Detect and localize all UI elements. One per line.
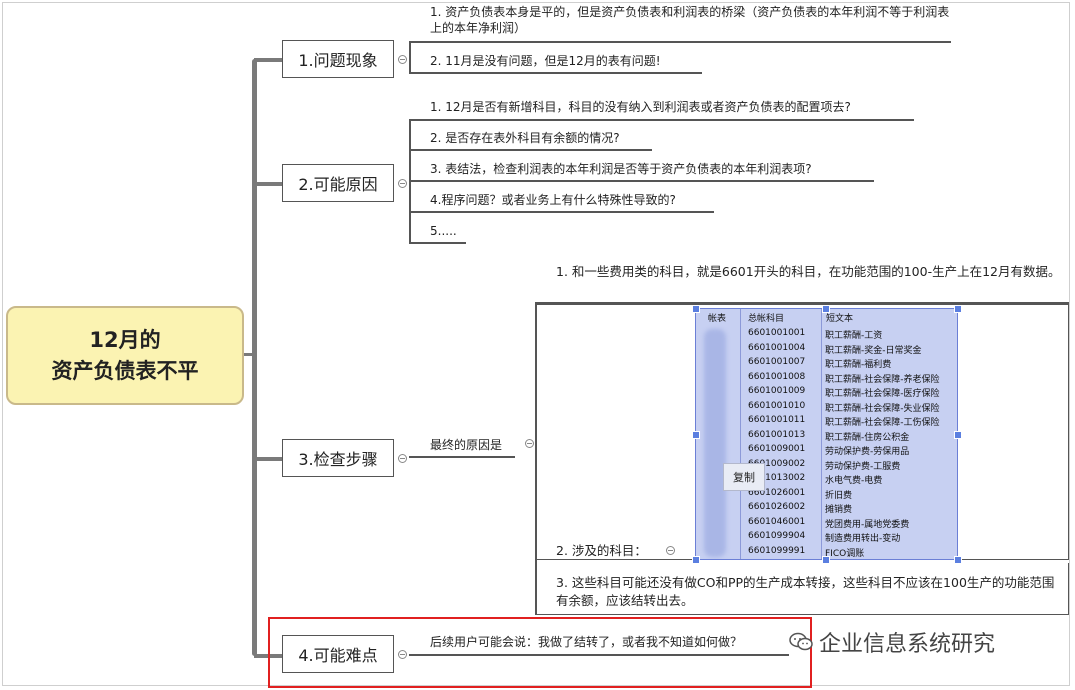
table-cell-account: 6601001013 xyxy=(748,429,806,440)
table-cell-text: 折旧费 xyxy=(825,490,853,501)
account-table-image[interactable]: 帐表 总帐科目 短文本 6601001001 职工薪酬-工资 6601001004 职… xyxy=(695,308,958,560)
root-topic[interactable]: 12月的 资产负债表不平 xyxy=(6,306,244,405)
table-row: 6601046001 党团费用-属地党委费 xyxy=(696,516,957,530)
table-row: 6601001007 职工薪酬-福利费 xyxy=(696,356,957,370)
root-title-line2: 资产负债表不平 xyxy=(51,358,199,383)
table-cell-text: 党团费用-属地党委费 xyxy=(825,519,910,530)
cause-item-5-underline xyxy=(409,242,466,244)
table-cell-account: 6601001011 xyxy=(748,415,806,425)
table-row: 6601026002 摊销费 xyxy=(696,501,957,515)
mind-map-canvas: 12月的 资产负债表不平 1.问题现象 2.可能原因 3.检查步骤 4.可能难点… xyxy=(0,0,1075,690)
cause-item-2[interactable]: 2. 是否存在表外科目有余额的情况? xyxy=(430,130,620,146)
topic-problem[interactable]: 1.问题现象 xyxy=(282,40,394,78)
branch-2-connector xyxy=(254,182,282,186)
table-row: 6601001001 职工薪酬-工资 xyxy=(696,327,957,341)
topic-check-label: 3.检查步骤 xyxy=(298,450,378,469)
table-row: 6601001010 职工薪酬-社会保障-失业保险 xyxy=(696,400,957,414)
table-cell-text: 制造费用转出-变动 xyxy=(825,534,901,544)
topic-causes-label: 2.可能原因 xyxy=(298,175,378,194)
collapse-toggle-causes[interactable] xyxy=(398,179,407,188)
wechat-icon xyxy=(789,632,813,651)
watermark: 企业信息系统研究 xyxy=(789,626,995,658)
table-cell-account: 6601046001 xyxy=(748,516,806,527)
table-cell-account: 6601026002 xyxy=(748,502,806,512)
table-cell-text: 劳动保护费-劳保用品 xyxy=(825,447,910,457)
cause-item-3[interactable]: 3. 表结法，检查利润表的本年利润是否等于资产负债表的本年利润表项? xyxy=(430,161,812,177)
problem-item-1[interactable]: 1. 资产负债表本身是平的，但是资产负债表和利润表的桥梁（资产负债表的本年利润不… xyxy=(430,4,950,36)
check-item-2[interactable]: 2. 涉及的科目： xyxy=(556,543,647,559)
table-cell-text: 职工薪酬-社会保障-养老保险 xyxy=(825,374,940,385)
table-header-account: 总帐科目 xyxy=(748,314,785,324)
table-row: 6601009001 劳动保护费-劳保用品 xyxy=(696,443,957,457)
root-title: 12月的 资产负债表不平 xyxy=(52,325,199,387)
root-title-line1: 12月的 xyxy=(89,327,161,352)
table-cell-text: FICO调账 xyxy=(825,548,865,559)
collapse-toggle-final-reason[interactable] xyxy=(525,439,534,448)
cause-item-4-underline xyxy=(409,211,714,213)
table-cell-account: 6601001008 xyxy=(748,371,806,382)
table-cell-text: 职工薪酬-工资 xyxy=(825,331,883,341)
table-cell-text: 职工薪酬-社会保障-失业保险 xyxy=(825,403,940,414)
table-cell-text: 职工薪酬-福利费 xyxy=(825,360,892,370)
table-cell-text: 职工薪酬-住房公积金 xyxy=(825,432,910,443)
resize-handle[interactable] xyxy=(954,305,962,313)
cause-item-3-underline xyxy=(409,180,874,182)
table-cell-account: 6601001009 xyxy=(748,386,806,396)
cause-item-4[interactable]: 4.程序问题？或者业务上有什么特殊性导致的? xyxy=(430,192,676,208)
collapse-toggle-problem[interactable] xyxy=(398,55,407,64)
table-header-text: 短文本 xyxy=(826,314,854,324)
table-cell-account: 6601001001 xyxy=(748,328,806,338)
cause-item-1[interactable]: 1. 12月是否有新增科目，科目的没有纳入到利润表或者资产负债表的配置项去? xyxy=(430,99,851,115)
table-cell-text: 劳动保护费-工服费 xyxy=(825,461,901,472)
problem-item-2-underline xyxy=(409,72,702,74)
watermark-text: 企业信息系统研究 xyxy=(819,632,996,657)
copy-button[interactable]: 复制 xyxy=(723,463,765,491)
resize-handle[interactable] xyxy=(954,431,962,439)
check-item-1[interactable]: 1. 和一些费用类的科目，就是6601开头的科目，在功能范围的100-生产上在1… xyxy=(556,263,1068,281)
table-cell-account: 6601009001 xyxy=(748,444,806,454)
collapse-toggle-check-item-2[interactable] xyxy=(666,546,675,555)
table-cell-account: 6601099991 xyxy=(748,545,806,556)
check-item-3[interactable]: 3. 这些科目可能还没有做CO和PP的生产成本转接，这些科目不应该在100生产的… xyxy=(556,574,1064,610)
resize-handle[interactable] xyxy=(692,305,700,313)
table-row: 6601099904 制造费用转出-变动 xyxy=(696,530,957,544)
problem-children-bracket xyxy=(409,42,411,74)
cause-item-1-underline xyxy=(409,119,914,121)
table-row: 6601001013 职工薪酬-住房公积金 xyxy=(696,429,957,443)
resize-handle[interactable] xyxy=(692,431,700,439)
root-connector xyxy=(244,353,256,356)
table-cell-account: 6601001010 xyxy=(748,400,806,411)
topic-problem-label: 1.问题现象 xyxy=(298,51,378,70)
table-header-ledger: 帐表 xyxy=(708,314,727,324)
branch-3-connector xyxy=(254,457,282,461)
highlight-box xyxy=(268,617,812,688)
branch-1-connector xyxy=(254,58,282,62)
table-cell-text: 摊销费 xyxy=(825,505,853,515)
table-row: 6601001009 职工薪酬-社会保障-医疗保险 xyxy=(696,385,957,399)
table-cell-text: 职工薪酬-社会保障-工伤保险 xyxy=(825,418,940,428)
topic-causes[interactable]: 2.可能原因 xyxy=(282,164,394,202)
topic-check[interactable]: 3.检查步骤 xyxy=(282,439,394,477)
table-cell-text: 职工薪酬-奖金-日常奖金 xyxy=(825,345,922,356)
cause-item-2-underline xyxy=(409,149,652,151)
table-cell-account: 6601001007 xyxy=(748,357,806,367)
table-cell-account: 6601001004 xyxy=(748,342,806,353)
resize-handle[interactable] xyxy=(822,305,830,313)
copy-label: 复制 xyxy=(733,471,755,484)
table-row: 6601001004 职工薪酬-奖金-日常奖金 xyxy=(696,342,957,356)
table-cell-text: 职工薪酬-社会保障-医疗保险 xyxy=(825,389,940,399)
table-cell-text: 水电气费-电费 xyxy=(825,476,883,486)
final-reason-underline xyxy=(409,456,515,458)
table-row: 6601001008 职工薪酬-社会保障-养老保险 xyxy=(696,371,957,385)
problem-item-1-underline xyxy=(409,41,951,43)
trunk-line xyxy=(252,59,257,656)
problem-item-2[interactable]: 2. 11月是没有问题，但是12月的表有问题! xyxy=(430,53,661,69)
final-reason-label[interactable]: 最终的原因是 xyxy=(430,437,502,453)
table-row: 6601001011 职工薪酬-社会保障-工伤保险 xyxy=(696,414,957,428)
collapse-toggle-check[interactable] xyxy=(398,454,407,463)
table-cell-account: 6601099904 xyxy=(748,531,806,541)
cause-item-5[interactable]: 5..... xyxy=(430,223,457,239)
